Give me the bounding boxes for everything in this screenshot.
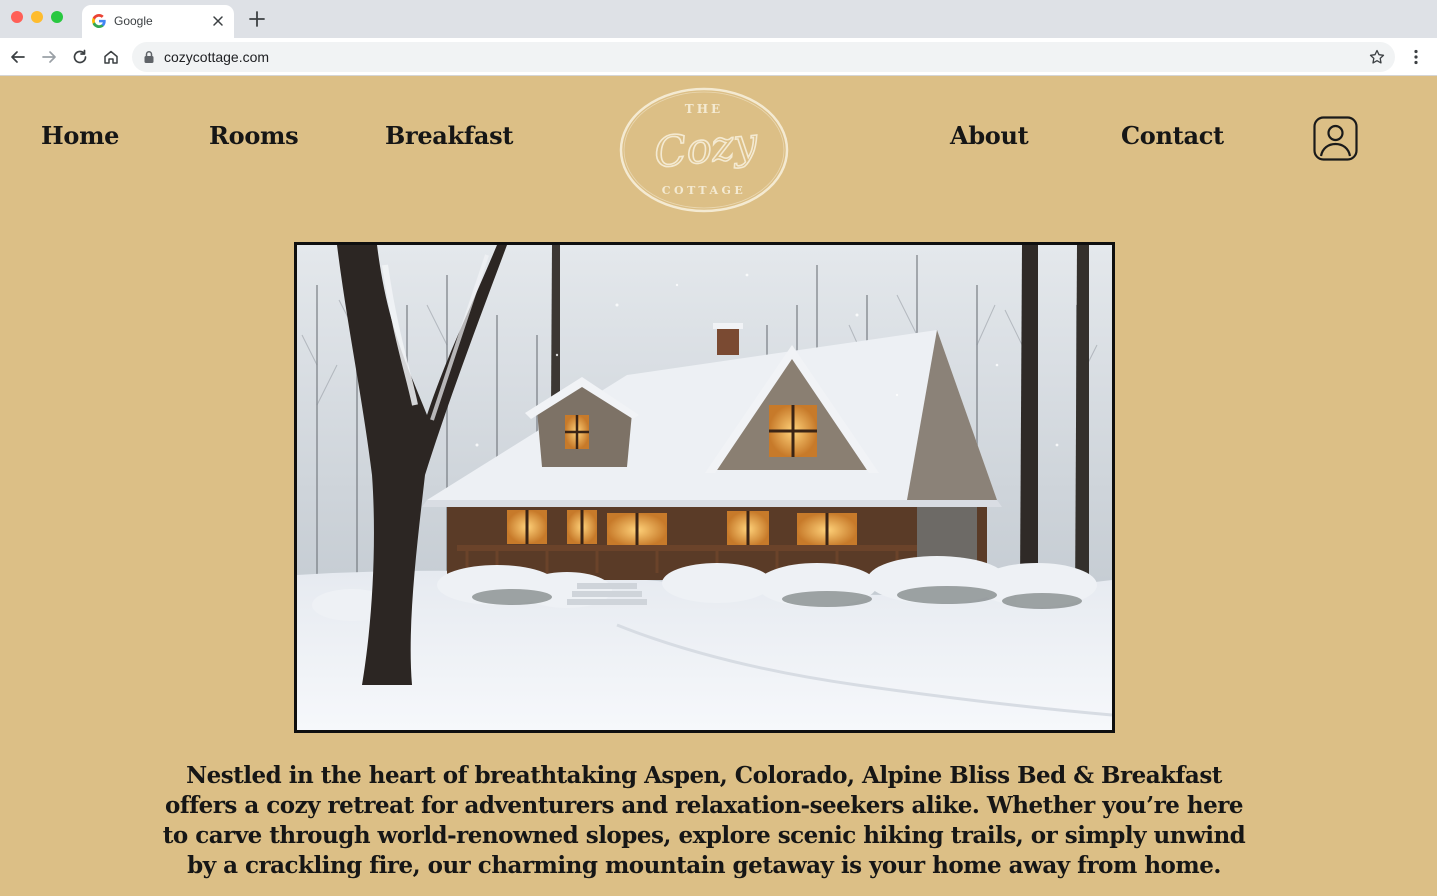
browser-tab[interactable]: Google bbox=[82, 5, 234, 38]
forward-arrow-icon[interactable] bbox=[40, 48, 58, 66]
close-icon[interactable] bbox=[210, 13, 226, 29]
intro-paragraph: Nestled in the heart of breathtaking Asp… bbox=[162, 762, 1246, 879]
address-bar[interactable]: cozycottage.com bbox=[132, 42, 1395, 72]
reload-icon[interactable] bbox=[71, 48, 89, 66]
browser-tab-bar: Google bbox=[0, 0, 1437, 38]
snowy-cottage-illustration bbox=[297, 245, 1112, 730]
back-arrow-icon[interactable] bbox=[9, 48, 27, 66]
kebab-menu-icon[interactable] bbox=[1407, 48, 1425, 66]
window-minimize-button[interactable] bbox=[31, 11, 43, 23]
browser-toolbar: cozycottage.com bbox=[0, 38, 1437, 76]
nav-contact-link[interactable]: Contact bbox=[1121, 121, 1224, 150]
nav-rooms-link[interactable]: Rooms bbox=[209, 121, 299, 150]
logo-bottom-text: COTTAGE bbox=[662, 184, 747, 197]
hero-image bbox=[294, 242, 1115, 733]
window-zoom-button[interactable] bbox=[51, 11, 63, 23]
tab-title: Google bbox=[114, 14, 153, 28]
url-text: cozycottage.com bbox=[164, 49, 270, 65]
lock-icon bbox=[144, 51, 154, 63]
nav-home-link[interactable]: Home bbox=[41, 121, 119, 150]
home-icon[interactable] bbox=[102, 48, 120, 66]
window-close-button[interactable] bbox=[11, 11, 23, 23]
cozy-cottage-logo[interactable]: THE Cozy COTTAGE bbox=[618, 86, 790, 214]
logo-top-text: THE bbox=[685, 102, 723, 116]
plus-icon[interactable] bbox=[248, 10, 266, 28]
google-favicon-icon bbox=[92, 14, 106, 28]
nav-breakfast-link[interactable]: Breakfast bbox=[385, 121, 513, 150]
nav-about-link[interactable]: About bbox=[950, 121, 1029, 150]
logo-script-text: Cozy bbox=[652, 118, 761, 178]
star-icon[interactable] bbox=[1368, 48, 1386, 66]
user-account-icon[interactable] bbox=[1313, 116, 1358, 161]
